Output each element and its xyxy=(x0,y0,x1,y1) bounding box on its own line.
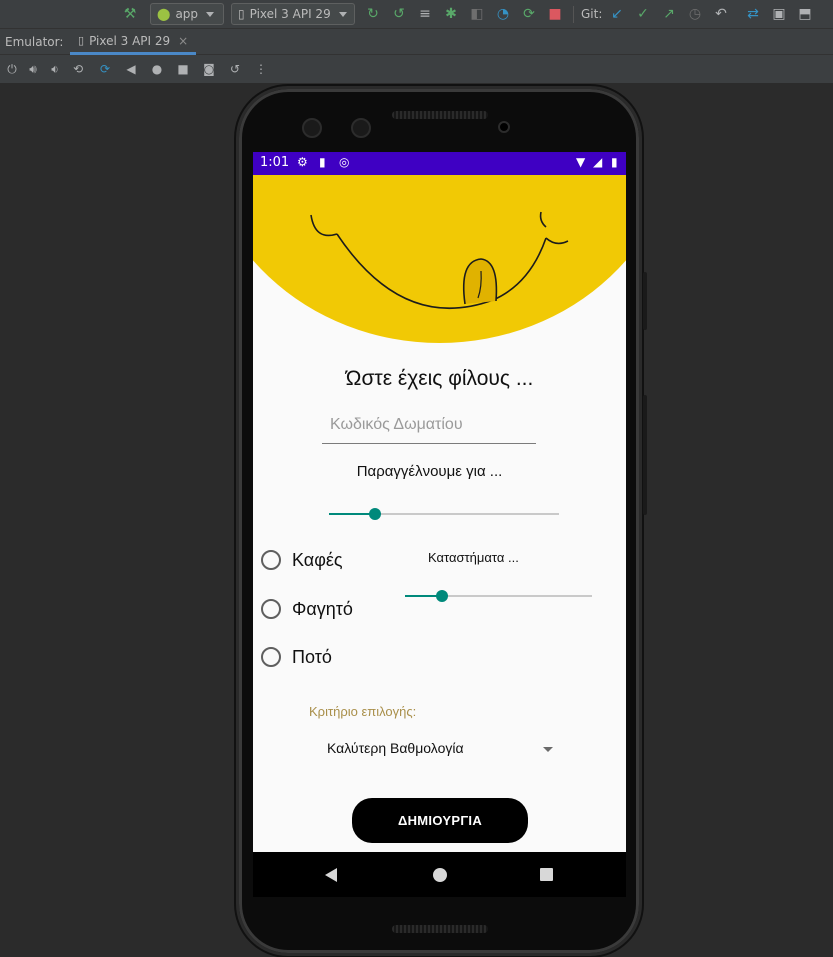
device-icon: ▯ xyxy=(78,34,85,47)
profile-icon[interactable]: ◔ xyxy=(494,5,512,23)
device-dropdown[interactable]: ▯ Pixel 3 API 29 xyxy=(231,3,355,25)
navigation-bar xyxy=(253,852,626,897)
page-title: Ώστε έχεις φίλους ... xyxy=(345,367,534,390)
radio-circle[interactable] xyxy=(261,647,281,667)
order-for-slider[interactable] xyxy=(329,506,559,522)
volume-rocker[interactable] xyxy=(643,395,647,515)
git-rollback-icon[interactable]: ↶ xyxy=(712,5,730,23)
sync-icon[interactable]: ⇄ xyxy=(744,5,762,23)
slider-thumb[interactable] xyxy=(436,590,449,602)
radio-circle[interactable] xyxy=(261,599,281,619)
chevron-down-icon xyxy=(338,11,347,17)
device-screen: 1:01 ⚙ ▮ ◎ ▼ ◢ ▮ Ώστε έχεις φίλους ... Κ… xyxy=(253,152,626,897)
git-push-icon[interactable]: ↗ xyxy=(660,5,678,23)
criteria-label: Κριτήριο επιλογής: xyxy=(309,704,417,719)
close-icon[interactable]: × xyxy=(178,34,188,48)
status-bar: 1:01 ⚙ ▮ ◎ ▼ ◢ ▮ xyxy=(253,152,626,175)
earpiece-speaker xyxy=(392,111,488,119)
radio-food[interactable]: Φαγητό xyxy=(261,597,353,621)
order-for-label: Παραγγέλνουμε για ... xyxy=(356,463,503,480)
sdk-manager-icon[interactable]: ⬒ xyxy=(796,5,814,23)
settings-icon: ⚙ xyxy=(297,155,308,169)
front-camera-icon xyxy=(302,118,322,138)
toolbar-separator xyxy=(573,6,574,23)
rerun-icon[interactable]: ↻ xyxy=(364,5,382,23)
device-icon: ▯ xyxy=(238,7,245,21)
nav-recents-icon[interactable] xyxy=(540,868,553,881)
volume-down-icon[interactable]: 🔉︎ xyxy=(46,60,64,78)
radio-label: Ποτό xyxy=(292,646,332,667)
emulator-tab-title: Pixel 3 API 29 xyxy=(89,33,171,48)
emulator-tab-bar: Emulator: ▯ Pixel 3 API 29 × xyxy=(0,29,833,55)
room-code-input[interactable]: Κωδικός Δωματίου xyxy=(322,416,536,444)
nav-home-icon[interactable] xyxy=(433,868,447,882)
power-icon[interactable]: ⏻ xyxy=(3,60,21,78)
rotate-right-icon[interactable]: ⟳ xyxy=(96,60,114,78)
emulator-tab[interactable]: ▯ Pixel 3 API 29 × xyxy=(70,29,197,55)
back-icon[interactable]: ◀ xyxy=(122,60,140,78)
bottom-speaker xyxy=(392,925,488,933)
device-label: Pixel 3 API 29 xyxy=(249,7,331,21)
apply-code-icon[interactable]: ⟳ xyxy=(520,5,538,23)
smiley-face-icon xyxy=(310,211,569,310)
emulator-controls: ⏻ 🔊︎ 🔉︎ ⟲ ⟳ ◀ ● ■ ◙ ↺ ⋮ xyxy=(0,55,833,83)
emulator-label: Emulator: xyxy=(5,35,64,49)
stores-label: Καταστήματα ... xyxy=(428,550,519,565)
radio-label: Καφές xyxy=(292,549,343,570)
attach-debugger-icon[interactable]: ◧ xyxy=(468,5,486,23)
run-config-dropdown[interactable]: ⬤ app xyxy=(150,3,224,25)
git-update-icon[interactable]: ↙ xyxy=(608,5,626,23)
screenshot-icon[interactable]: ◙ xyxy=(200,60,218,78)
battery-icon: ▮ xyxy=(611,155,618,169)
create-button[interactable]: ΔΗΜΙΟΥΡΓΙΑ xyxy=(352,798,528,843)
power-button[interactable] xyxy=(643,272,647,330)
dropdown-arrow-icon xyxy=(543,747,553,752)
criteria-dropdown[interactable]: Καλύτερη Βαθμολογία xyxy=(327,740,553,762)
criteria-selected-value: Καλύτερη Βαθμολογία xyxy=(327,740,464,756)
git-label: Git: xyxy=(581,7,603,21)
hammer-icon[interactable]: ⚒ xyxy=(121,5,139,23)
sd-card-icon: ▮ xyxy=(319,155,326,169)
front-camera-icon xyxy=(351,118,371,138)
wifi-icon: ▼ xyxy=(576,155,586,169)
sensor-icon xyxy=(498,121,510,133)
run-config-label: app xyxy=(175,7,199,21)
more-icon[interactable]: ⋮ xyxy=(252,60,270,78)
avd-manager-icon[interactable]: ▣ xyxy=(770,5,788,23)
volume-up-icon[interactable]: 🔊︎ xyxy=(24,60,42,78)
debug-icon[interactable]: ✱ xyxy=(442,5,460,23)
apply-changes-icon[interactable]: ↺ xyxy=(390,5,408,23)
home-icon[interactable]: ● xyxy=(148,60,166,78)
radio-coffee[interactable]: Καφές xyxy=(261,548,343,572)
logcat-icon[interactable]: ≡ xyxy=(416,5,434,23)
rotate-left-icon[interactable]: ⟲ xyxy=(69,60,87,78)
radio-label: Φαγητό xyxy=(292,598,353,619)
overview-icon[interactable]: ■ xyxy=(174,60,192,78)
android-icon: ⬤ xyxy=(157,7,171,21)
signal-icon: ◢ xyxy=(593,155,603,169)
status-time: 1:01 xyxy=(260,155,290,170)
stores-slider[interactable] xyxy=(405,588,592,604)
git-history-icon[interactable]: ◷ xyxy=(686,5,704,23)
radio-drink[interactable]: Ποτό xyxy=(261,645,332,669)
nav-back-icon[interactable] xyxy=(325,868,337,882)
snapshot-icon[interactable]: ↺ xyxy=(226,60,244,78)
sync-icon: ◎ xyxy=(339,155,350,169)
radio-circle[interactable] xyxy=(261,550,281,570)
git-commit-icon[interactable]: ✓ xyxy=(634,5,652,23)
chevron-down-icon xyxy=(206,11,215,17)
stop-icon[interactable]: ■ xyxy=(546,5,564,23)
slider-thumb[interactable] xyxy=(369,508,381,520)
ide-toolbar: ⚒ ⬤ app ▯ Pixel 3 API 29 ↻ ↺ ≡ ✱ ◧ ◔ ⟳ ■… xyxy=(0,0,833,29)
